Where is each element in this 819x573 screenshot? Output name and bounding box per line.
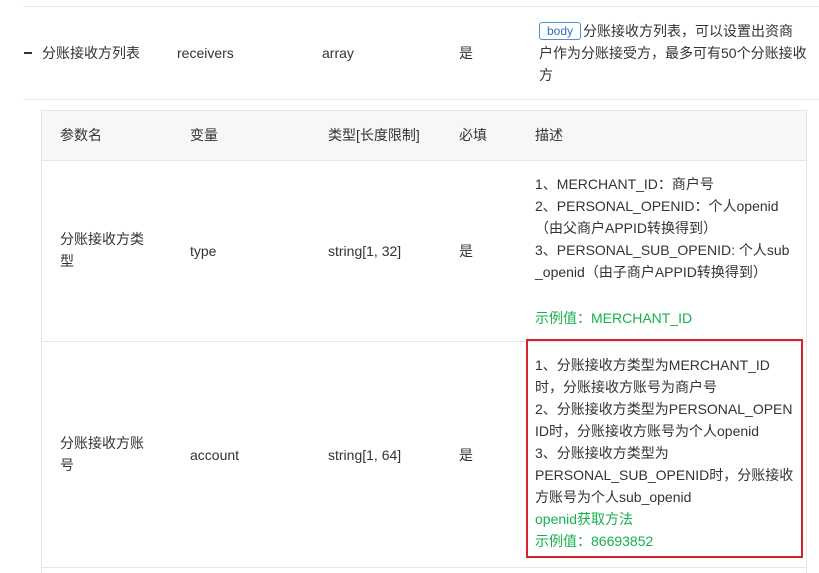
outer-param-name: 分账接收方列表 (42, 45, 140, 61)
row-type-example: 示例值：MERCHANT_ID (535, 310, 693, 326)
row-account-variable: account (190, 447, 240, 463)
body-badge: body (539, 22, 582, 40)
row-type-description: 1、MERCHANT_ID：商户号 2、PERSONAL_OPENID：个人op… (535, 173, 803, 329)
header-description: 描述 (535, 127, 563, 143)
row-type-required: 是 (459, 243, 473, 259)
outer-description: body 分账接收方列表，可以设置出资商 户作为分账接受方，最多可有50个分账接收… (539, 22, 807, 83)
row-account-required: 是 (459, 447, 473, 463)
highlight-box (526, 339, 803, 558)
nested-header-border (41, 160, 807, 161)
header-variable: 变量 (190, 127, 218, 143)
top-border (23, 6, 819, 7)
outer-required: 是 (459, 45, 473, 61)
header-type: 类型[长度限制] (328, 127, 420, 143)
row-account-type: string[1, 64] (328, 447, 402, 463)
header-param-name: 参数名 (60, 127, 102, 143)
nested-table-header (41, 110, 807, 160)
outer-row-border (23, 99, 819, 100)
collapse-toggle-icon[interactable] (24, 43, 34, 63)
nested-top-border (41, 110, 807, 111)
outer-variable: receivers (177, 45, 234, 61)
row-type-type: string[1, 32] (328, 243, 402, 259)
row-account-param-name: 分账接收方账 号 (60, 435, 144, 473)
header-required: 必填 (459, 127, 487, 143)
row-type-variable: type (190, 243, 217, 259)
nested-row2-border (41, 567, 807, 568)
outer-type: array (322, 45, 354, 61)
row-type-param-name: 分账接收方类 型 (60, 231, 144, 269)
